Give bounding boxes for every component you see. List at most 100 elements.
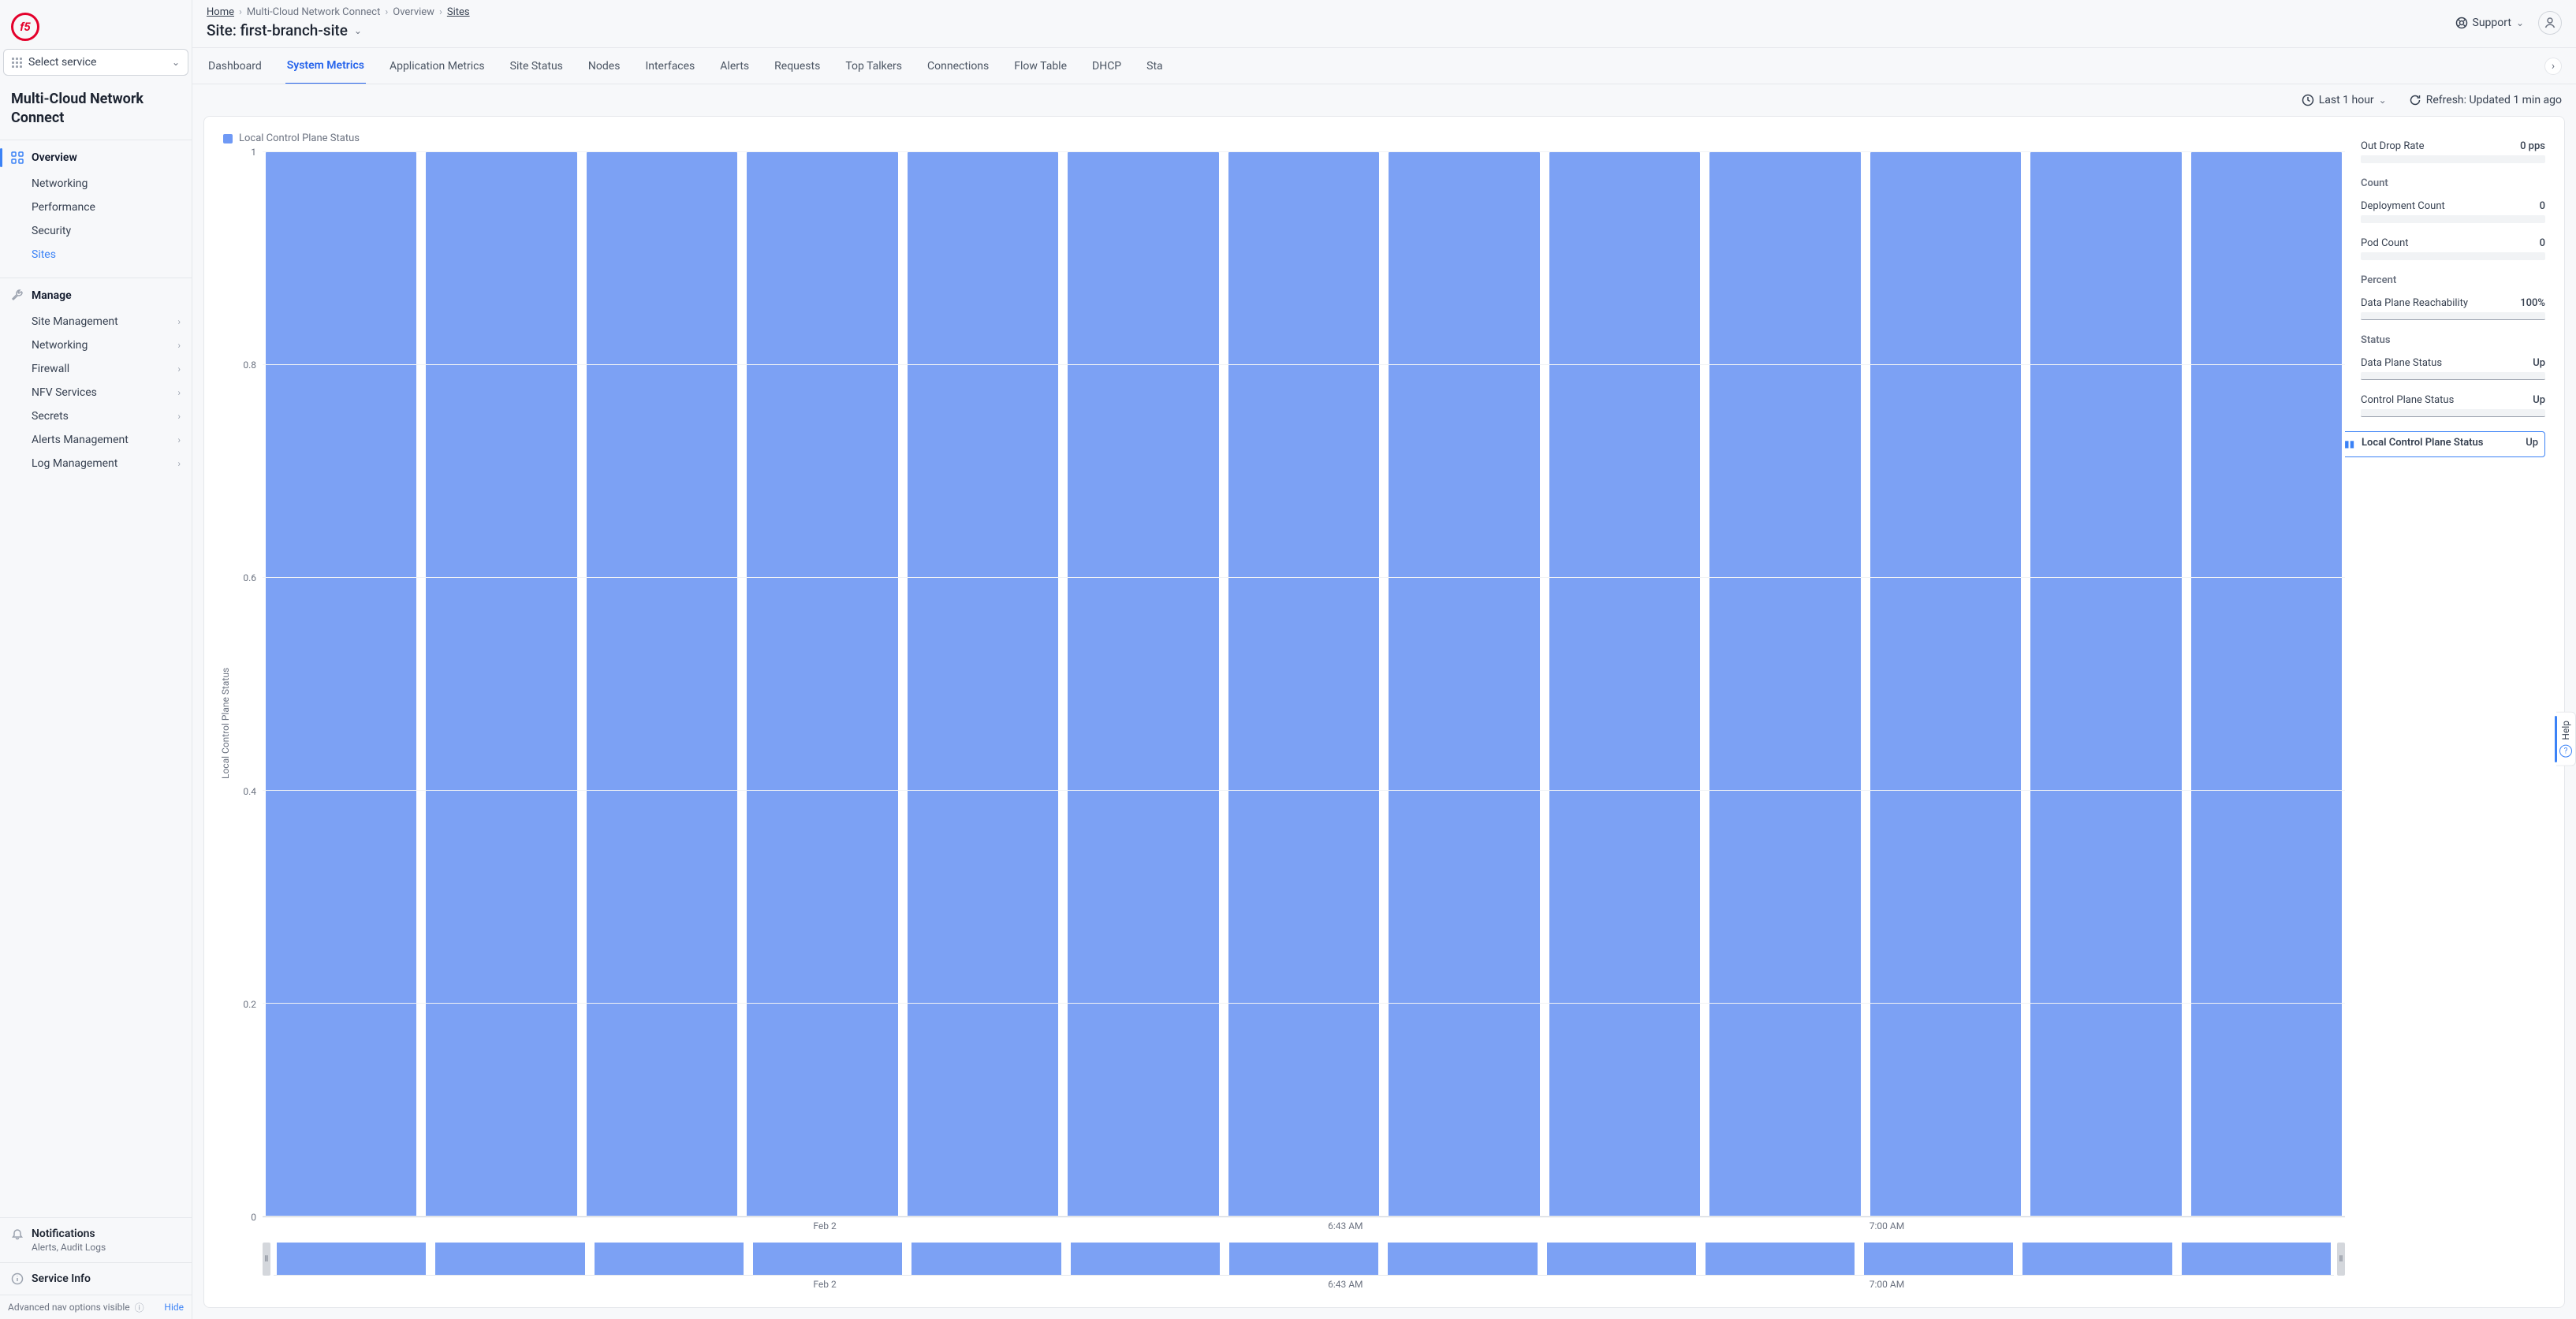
brush-bar [2022,1243,2172,1275]
sidebar-item-nfv-services[interactable]: NFV Services› [32,381,192,404]
nav-notifications[interactable]: Notifications Alerts, Audit Logs [0,1217,192,1262]
chevron-right-icon: › [177,316,181,327]
breadcrumb-multi-cloud-network-connect[interactable]: Multi-Cloud Network Connect [247,6,380,18]
bar-chart-icon: ▮▮ [2345,438,2354,449]
bar[interactable] [1068,152,1218,1217]
brand-logo: f5 [11,13,39,41]
bar[interactable] [2030,152,2181,1217]
tab-dashboard[interactable]: Dashboard [207,49,263,84]
tab-top-talkers[interactable]: Top Talkers [844,49,904,84]
sidebar-item-firewall[interactable]: Firewall› [32,357,192,381]
bar[interactable] [587,152,737,1217]
sidebar-item-performance[interactable]: Performance [32,196,192,219]
metric-deployment-count[interactable]: Deployment Count0 [2361,200,2545,223]
brush-x-axis: Feb 26:43 AM7:00 AM [263,1279,2345,1295]
product-title: Multi-Cloud Network Connect [0,76,192,140]
chevron-right-icon: › [177,458,181,469]
select-service-dropdown[interactable]: Select service ⌄ [3,49,188,76]
refresh-button[interactable]: Refresh: Updated 1 min ago [2409,94,2562,106]
tab-sta[interactable]: Sta [1145,49,1165,84]
sparkline [2361,409,2545,417]
brush-bar [1864,1243,2013,1275]
breadcrumb-overview[interactable]: Overview [393,6,434,18]
brush-bar [753,1243,902,1275]
bar[interactable] [1549,152,1700,1217]
sidebar-item-sites[interactable]: Sites [32,243,192,266]
chevron-down-icon: ⌄ [2516,17,2524,28]
metric-section-percent: Percent [2361,274,2545,286]
info-icon [11,1272,24,1285]
page-title[interactable]: Site: first-branch-site ⌄ [207,21,470,39]
tab-flow-table[interactable]: Flow Table [1012,49,1068,84]
y-axis-label: Local Control Plane Status [218,152,233,1295]
breadcrumb-sites[interactable]: Sites [447,6,470,18]
metric-data-plane-status[interactable]: Data Plane StatusUp [2361,357,2545,380]
sidebar-item-site-management[interactable]: Site Management› [32,310,192,333]
bar[interactable] [266,152,416,1217]
tab-site-status[interactable]: Site Status [509,49,565,84]
brush-bar [1547,1243,1696,1275]
tab-application-metrics[interactable]: Application Metrics [388,49,486,84]
bar[interactable] [1228,152,1379,1217]
metric-pod-count[interactable]: Pod Count0 [2361,237,2545,260]
sparkline [2361,312,2545,320]
brush-bar [2182,1243,2331,1275]
bar[interactable] [1389,152,1539,1217]
brush-bar [1071,1243,1220,1275]
time-range-selector[interactable]: Last 1 hour ⌄ [2302,94,2387,106]
tab-connections[interactable]: Connections [926,49,990,84]
tab-interfaces[interactable]: Interfaces [643,49,696,84]
tab-system-metrics[interactable]: System Metrics [285,48,366,84]
overview-icon [11,151,24,164]
bar[interactable] [1709,152,1860,1217]
sparkline [2361,252,2545,260]
bar[interactable] [908,152,1058,1217]
y-axis: 00.20.40.60.81 [237,152,259,1217]
metric-local-control-plane-status[interactable]: ▮▮Local Control Plane StatusUp [2345,431,2545,457]
tab-nodes[interactable]: Nodes [587,49,622,84]
brush-handle-left[interactable]: ⦀ [263,1243,270,1276]
bar[interactable] [2191,152,2342,1217]
user-avatar[interactable] [2538,11,2562,35]
support-icon [2455,17,2468,29]
tabs-scroll-right[interactable]: › [2544,58,2562,75]
breadcrumb-home[interactable]: Home [207,6,234,18]
brush-bar [1706,1243,1855,1275]
brush-bar [1388,1243,1537,1275]
bar[interactable] [747,152,897,1217]
chart-legend[interactable]: Local Control Plane Status [218,129,2345,152]
sidebar-item-log-management[interactable]: Log Management› [32,452,192,475]
grip-icon [12,58,22,68]
tab-dhcp[interactable]: DHCP [1090,49,1123,84]
tab-requests[interactable]: Requests [773,49,822,84]
nav-service-info[interactable]: Service Info [0,1262,192,1295]
hide-advanced-link[interactable]: Hide [164,1302,184,1313]
info-icon: ⓘ [135,1302,144,1312]
range-brush[interactable]: ⦀ ⦀ [263,1243,2345,1276]
sidebar-item-secrets[interactable]: Secrets› [32,404,192,428]
brush-handle-right[interactable]: ⦀ [2337,1243,2345,1276]
nav-group-overview[interactable]: Overview [0,143,192,172]
nav-group-manage[interactable]: Manage [0,281,192,310]
breadcrumb: Home›Multi-Cloud Network Connect›Overvie… [207,6,470,18]
brush-bar [435,1243,584,1275]
sidebar-item-security[interactable]: Security [32,219,192,243]
clock-icon [2302,94,2314,106]
bar[interactable] [426,152,576,1217]
chevron-down-icon: ⌄ [354,25,362,36]
metric-out-drop-rate[interactable]: Out Drop Rate0 pps [2361,140,2545,163]
sidebar-item-networking[interactable]: Networking [32,172,192,196]
support-menu[interactable]: Support ⌄ [2455,17,2524,29]
chart-panel: Local Control Plane Status Local Control… [218,129,2345,1295]
bar-chart[interactable] [263,152,2345,1217]
tab-alerts[interactable]: Alerts [718,49,751,84]
metric-section-status: Status [2361,334,2545,346]
sidebar-item-networking[interactable]: Networking› [32,333,192,357]
bar[interactable] [1870,152,2021,1217]
metric-control-plane-status[interactable]: Control Plane StatusUp [2361,394,2545,417]
sidebar-item-alerts-management[interactable]: Alerts Management› [32,428,192,452]
brush-bar [1229,1243,1378,1275]
metric-data-plane-reachability[interactable]: Data Plane Reachability100% [2361,297,2545,320]
help-tab[interactable]: ? Help [2556,712,2576,766]
metrics-panel: Out Drop Rate0 ppsCountDeployment Count0… [2345,129,2550,1295]
